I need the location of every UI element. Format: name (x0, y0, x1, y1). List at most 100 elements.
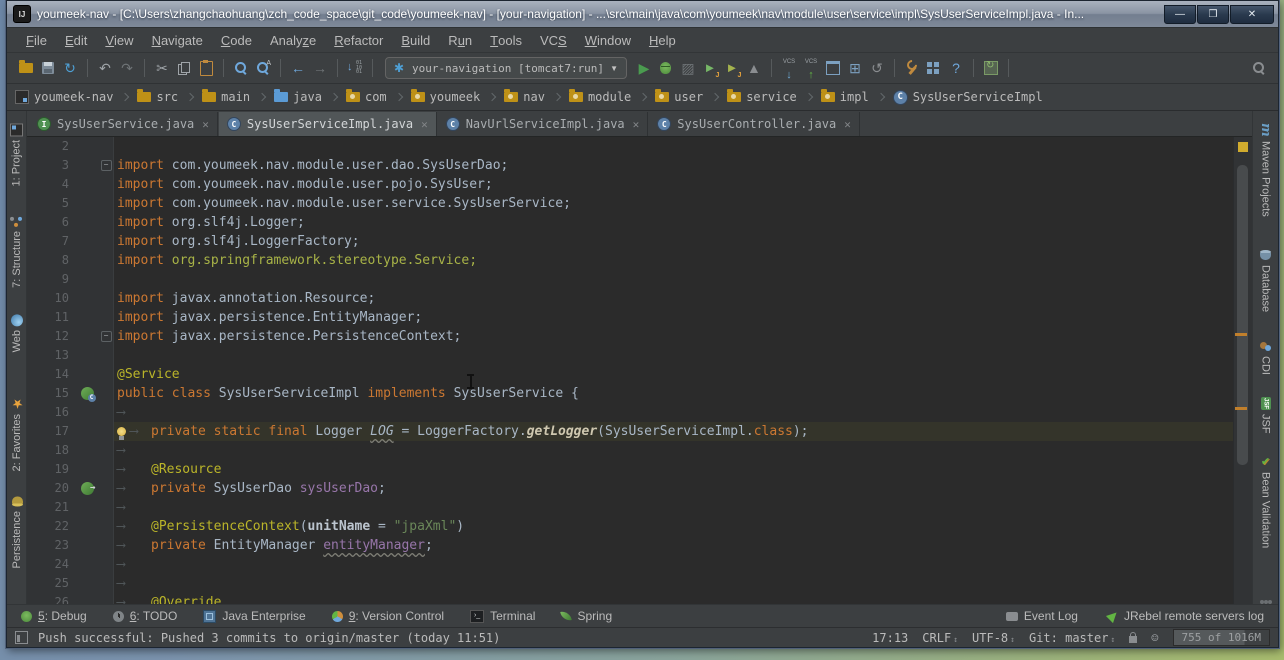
forward-button[interactable]: → (309, 57, 331, 79)
code-text[interactable]: import org.springframework.stereotype.Se… (114, 251, 1233, 270)
line-number[interactable]: 16 (27, 403, 75, 422)
toolwindow-jsf[interactable]: JSF JSF (1260, 393, 1272, 433)
toolwindow-toggle-icon[interactable] (15, 631, 28, 644)
code-text[interactable]: ⟶ (114, 441, 1233, 460)
close-button[interactable]: ✕ (1230, 4, 1274, 24)
code-line[interactable]: 25 ⟶ (27, 574, 1233, 593)
code-line[interactable]: 14 @Service (27, 365, 1233, 384)
run-button[interactable]: ▶ (633, 57, 655, 79)
menu-vcs[interactable]: VC S (531, 28, 576, 52)
breadcrumb-item-java[interactable]: java (274, 89, 322, 104)
save-all-button[interactable] (37, 57, 59, 79)
deploy-button[interactable] (980, 57, 1002, 79)
breadcrumb-item-impl[interactable]: impl (820, 89, 869, 104)
close-tab-icon[interactable]: ✕ (633, 118, 640, 131)
code-line[interactable]: 18 ⟶ (27, 441, 1233, 460)
toolwindow-7-structure[interactable]: 7: Structure (11, 212, 23, 288)
breadcrumb-item-youmeek[interactable]: youmeek (410, 89, 480, 104)
code-lines[interactable]: 2 3− import com.youmeek.nav.module.user.da… (27, 137, 1233, 604)
breadcrumb-item-main[interactable]: main (202, 89, 250, 104)
git-branch-widget[interactable]: Git: master ↕ (1029, 631, 1115, 645)
code-text[interactable]: ⟶ @PersistenceContext(unitName = "jpaXml"… (114, 517, 1233, 536)
line-number[interactable]: 26 (27, 593, 75, 604)
line-number[interactable]: 5 (27, 194, 75, 213)
menu-tools[interactable]: Tools (481, 28, 531, 52)
tab-sysuserservice[interactable]: I SysUserService.java ✕ (29, 112, 218, 136)
toolwindow-ant[interactable]: Ant (1259, 594, 1272, 604)
toolwindow-5-debug[interactable]: 5: Debug (21, 609, 87, 623)
tab-navurlserviceimpl[interactable]: C NavUrlServiceImpl.java ✕ (437, 112, 649, 136)
line-number[interactable]: 2 (27, 137, 75, 156)
breadcrumb-item-youmeek-nav[interactable]: youmeek-nav (15, 90, 113, 104)
code-text[interactable]: ⟶ private SysUserDao sysUserDao; (114, 479, 1233, 498)
autowired-icon[interactable] (80, 479, 96, 498)
code-text[interactable]: ⟶ (114, 498, 1233, 517)
vcs-update-button[interactable]: VCS ↓ (778, 57, 800, 81)
code-line[interactable]: 12 − import javax.persistence.PersistenceC… (27, 327, 1233, 346)
back-button[interactable]: ← (287, 57, 309, 79)
menu-analyze[interactable]: Analy z e (261, 28, 325, 52)
warning-tick[interactable] (1235, 333, 1247, 336)
close-tab-icon[interactable]: ✕ (844, 118, 851, 131)
code-line[interactable]: 16 ⟶ (27, 403, 1233, 422)
toolwindow-9-version-control[interactable]: 9: Version Control (331, 609, 444, 623)
toolwindow-spring[interactable]: Spring (560, 609, 612, 623)
breadcrumb-item-nav[interactable]: nav (504, 89, 545, 104)
toolwindow-cdi[interactable]: CDI (1259, 336, 1272, 375)
profile-button[interactable]: ▲ (743, 57, 765, 79)
line-number[interactable]: 24 (27, 555, 75, 574)
breadcrumb-item-com[interactable]: com (345, 89, 387, 104)
menu-help[interactable]: Help (640, 28, 685, 52)
code-line[interactable]: 3− import com.youmeek.nav.module.user.dao… (27, 156, 1233, 175)
line-number[interactable]: 12 (27, 327, 75, 346)
line-number[interactable]: 22 (27, 517, 75, 536)
code-text[interactable]: ⟶ (114, 403, 1233, 422)
code-text[interactable]: ⟶ (114, 574, 1233, 593)
code-line[interactable]: 5 import com.youmeek.nav.module.user.serv… (27, 194, 1233, 213)
code-text[interactable]: import com.youmeek.nav.module.user.servi… (114, 194, 1233, 213)
editor[interactable]: 2 3− import com.youmeek.nav.module.user.da… (27, 137, 1252, 604)
debug-jrebel-button[interactable] (721, 57, 743, 79)
search-everywhere-button[interactable] (1248, 57, 1270, 79)
line-number[interactable]: 23 (27, 536, 75, 555)
code-text[interactable]: ⟶ private EntityManager entityManager; (114, 536, 1233, 555)
inspection-indicator[interactable] (1238, 142, 1248, 152)
debug-button[interactable] (655, 57, 677, 79)
line-number[interactable]: 6 (27, 213, 75, 232)
menu-code[interactable]: Code (212, 28, 261, 52)
lock-icon[interactable] (1129, 631, 1138, 643)
menu-edit[interactable]: Edit (56, 28, 96, 52)
line-number[interactable]: 17 (27, 422, 75, 441)
caret-position[interactable]: 17:13 (872, 631, 908, 645)
code-line[interactable]: 13 (27, 346, 1233, 365)
breadcrumb-item-module[interactable]: module (568, 89, 631, 104)
toolwindow-database[interactable]: Database (1259, 245, 1272, 312)
toolwindow-bean-validation[interactable]: ✔ Bean Validation (1259, 451, 1272, 548)
code-line[interactable]: 8 import org.springframework.stereotype.S… (27, 251, 1233, 270)
menu-file[interactable]: File (17, 28, 56, 52)
code-line[interactable]: 15 public class SysUserServiceImpl implem… (27, 384, 1233, 403)
code-line[interactable]: 2 (27, 137, 1233, 156)
warning-tick[interactable] (1235, 407, 1247, 410)
fold-marker[interactable]: − (100, 160, 112, 171)
run-jrebel-button[interactable] (699, 57, 721, 79)
toolwindow-maven-projects[interactable]: m Maven Projects (1258, 119, 1273, 217)
toolwindow-persistence[interactable]: Persistence (11, 491, 23, 568)
find-button[interactable] (230, 57, 252, 79)
line-separator-widget[interactable]: CRLF ↕ (922, 631, 958, 645)
synchronize-button[interactable]: ↻ (59, 57, 81, 79)
code-line[interactable]: 26 ⟶ @Override (27, 593, 1233, 604)
menu-build[interactable]: Build (392, 28, 439, 52)
spring-bean-icon[interactable] (80, 387, 96, 402)
line-number[interactable]: 9 (27, 270, 75, 289)
code-line[interactable]: 19 ⟶ @Resource (27, 460, 1233, 479)
menu-run[interactable]: Run (439, 28, 481, 52)
open-button[interactable] (15, 57, 37, 79)
breadcrumb-item-src[interactable]: src (137, 89, 178, 104)
code-text[interactable] (114, 270, 1233, 289)
scrollbar-thumb[interactable] (1237, 165, 1248, 465)
reformat-button[interactable]: ↓ 01 10 01 (344, 57, 366, 79)
code-line[interactable]: 21 ⟶ (27, 498, 1233, 517)
code-line[interactable]: 17 ⟶ private static final Logger LOG = Log… (27, 422, 1233, 441)
code-text[interactable] (114, 346, 1233, 365)
